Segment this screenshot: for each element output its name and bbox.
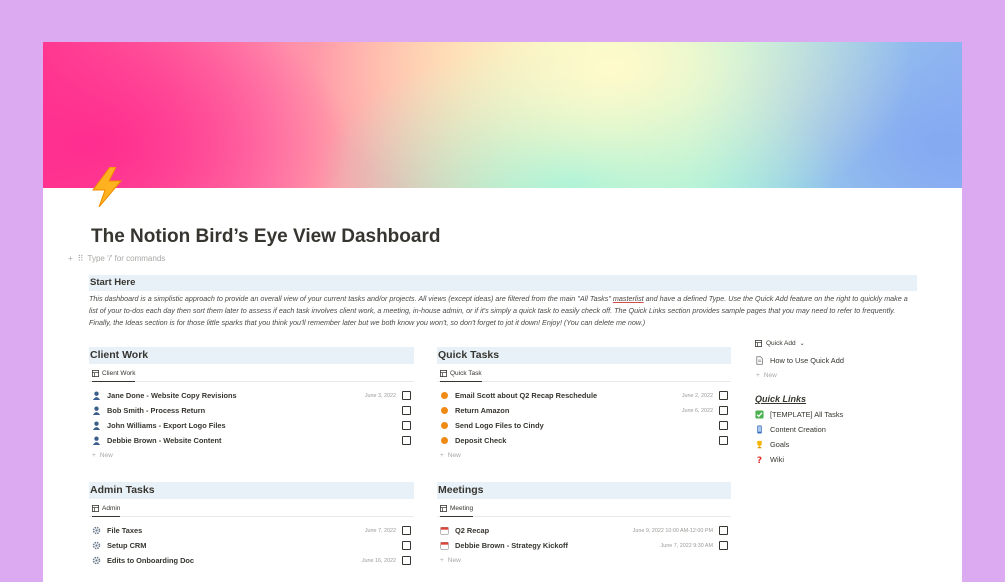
orange-dot-icon xyxy=(441,422,448,429)
orange-dot-icon xyxy=(441,437,448,444)
quick-tasks-section: Quick Tasks Quick Task Email Scott about… xyxy=(437,347,731,462)
new-row-button[interactable]: + New xyxy=(755,368,955,382)
done-checkbox[interactable] xyxy=(719,541,728,550)
admin-tasks-heading: Admin Tasks xyxy=(89,482,414,499)
calendar-icon xyxy=(440,542,449,550)
cover-image[interactable] xyxy=(43,42,962,188)
lightning-bolt-icon[interactable] xyxy=(90,167,124,207)
person-icon xyxy=(92,406,101,415)
plus-icon: + xyxy=(440,451,444,459)
masterlist-link[interactable]: masterlist xyxy=(613,294,644,303)
gear-icon xyxy=(92,556,101,565)
done-checkbox[interactable] xyxy=(402,541,411,550)
done-checkbox[interactable] xyxy=(402,556,411,565)
person-icon xyxy=(92,391,101,400)
intro-paragraph: This dashboard is a simplistic approach … xyxy=(89,294,908,327)
plus-icon: + xyxy=(92,451,96,459)
svg-text:?: ? xyxy=(757,456,762,464)
plus-icon: + xyxy=(756,371,760,379)
meetings-section: Meetings Meeting Q2 Recap June 9, 2022 1… xyxy=(437,482,731,567)
notion-page: The Notion Bird’s Eye View Dashboard + ⠿… xyxy=(43,42,962,582)
done-checkbox[interactable] xyxy=(402,436,411,445)
done-checkbox[interactable] xyxy=(402,421,411,430)
command-hint: Type '/' for commands xyxy=(87,254,166,263)
done-checkbox[interactable] xyxy=(719,526,728,535)
table-row[interactable]: Jane Done - Website Copy Revisions June … xyxy=(89,388,414,403)
page-title[interactable]: The Notion Bird’s Eye View Dashboard xyxy=(91,226,440,248)
person-icon xyxy=(92,436,101,445)
table-row[interactable]: Send Logo Files to Cindy xyxy=(437,418,731,433)
orange-dot-icon xyxy=(441,407,448,414)
table-row[interactable]: Return Amazon June 6, 2022 xyxy=(437,403,731,418)
person-icon xyxy=(92,421,101,430)
done-checkbox[interactable] xyxy=(719,406,728,415)
table-row[interactable]: Bob Smith - Process Return xyxy=(89,403,414,418)
drag-handle-icon[interactable]: ⠿ xyxy=(78,254,84,263)
quick-add-page[interactable]: How to Use Quick Add xyxy=(755,353,955,368)
quick-add-button[interactable]: Quick Add ⌄ xyxy=(755,340,955,347)
tab-quick-task[interactable]: Quick Task xyxy=(440,370,482,382)
table-row[interactable]: Edits to Onboarding Doc June 16, 2022 xyxy=(89,553,414,568)
done-checkbox[interactable] xyxy=(402,391,411,400)
table-row[interactable]: Setup CRM xyxy=(89,538,414,553)
table-view-icon xyxy=(92,505,99,512)
table-view-icon xyxy=(440,370,447,377)
question-icon: ? xyxy=(757,456,762,464)
quick-link-goals[interactable]: Goals xyxy=(755,437,955,452)
client-work-heading: Client Work xyxy=(89,347,414,364)
table-row[interactable]: John Williams - Export Logo Files xyxy=(89,418,414,433)
admin-tasks-section: Admin Tasks Admin File Taxes June 7, 202… xyxy=(89,482,414,568)
quick-link-all-tasks[interactable]: [TEMPLATE] All Tasks xyxy=(755,407,955,422)
table-row[interactable]: Email Scott about Q2 Recap Reschedule Ju… xyxy=(437,388,731,403)
quick-tasks-heading: Quick Tasks xyxy=(437,347,731,364)
done-checkbox[interactable] xyxy=(402,526,411,535)
table-row[interactable]: File Taxes June 7, 2022 xyxy=(89,523,414,538)
table-row[interactable]: Debbie Brown - Strategy Kickoff June 7, … xyxy=(437,538,731,553)
table-view-icon xyxy=(755,340,762,347)
table-row[interactable]: Deposit Check xyxy=(437,433,731,448)
tab-client-work[interactable]: Client Work xyxy=(92,370,136,382)
table-row[interactable]: Debbie Brown - Website Content xyxy=(89,433,414,448)
table-view-icon xyxy=(92,370,99,377)
new-row-button[interactable]: + New xyxy=(437,448,731,462)
start-here-heading: Start Here xyxy=(89,275,917,291)
tab-meeting[interactable]: Meeting xyxy=(440,505,474,517)
meetings-heading: Meetings xyxy=(437,482,731,499)
done-checkbox[interactable] xyxy=(719,436,728,445)
quick-links-heading: Quick Links xyxy=(755,394,807,404)
document-icon xyxy=(756,356,763,365)
gear-icon xyxy=(92,526,101,535)
quick-link-content-creation[interactable]: Content Creation xyxy=(755,422,955,437)
calendar-icon xyxy=(440,527,449,535)
checkbox-icon xyxy=(755,410,764,419)
new-row-button[interactable]: + New xyxy=(89,448,414,462)
phone-icon xyxy=(757,425,762,434)
done-checkbox[interactable] xyxy=(402,406,411,415)
plus-icon: + xyxy=(440,556,444,564)
tab-admin[interactable]: Admin xyxy=(92,505,121,517)
add-block-icon[interactable]: + xyxy=(68,254,73,263)
done-checkbox[interactable] xyxy=(719,421,728,430)
orange-dot-icon xyxy=(441,392,448,399)
chevron-down-icon: ⌄ xyxy=(799,341,805,347)
right-column: Quick Add ⌄ How to Use Quick Add + New Qu… xyxy=(755,340,955,467)
table-row[interactable]: Q2 Recap June 9, 2022 10:00 AM-12:00 PM xyxy=(437,523,731,538)
table-view-icon xyxy=(440,505,447,512)
trophy-icon xyxy=(757,440,762,449)
gear-icon xyxy=(92,541,101,550)
command-hint-row[interactable]: + ⠿ Type '/' for commands xyxy=(68,254,165,263)
client-work-section: Client Work Client Work Jane Done - Webs… xyxy=(89,347,414,462)
quick-link-wiki[interactable]: ? Wiki xyxy=(755,452,955,467)
done-checkbox[interactable] xyxy=(719,391,728,400)
